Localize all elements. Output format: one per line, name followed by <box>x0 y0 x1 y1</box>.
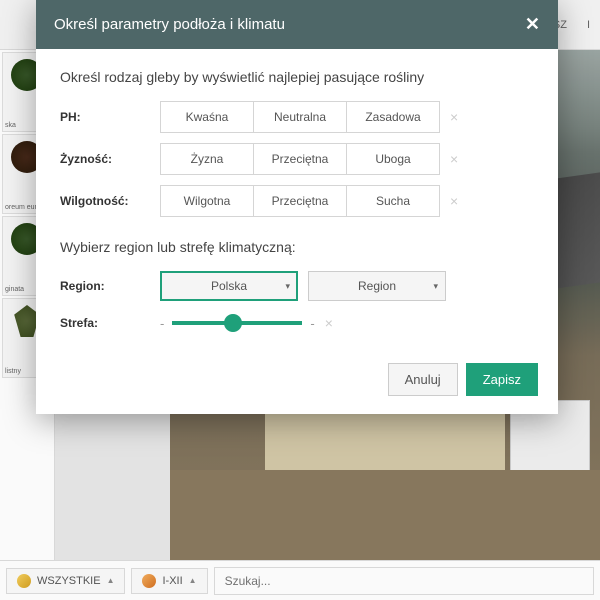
cancel-button[interactable]: Anuluj <box>388 363 458 396</box>
fertility-label: Żyzność: <box>60 152 160 166</box>
region-heading: Wybierz region lub strefę klimatyczną: <box>60 239 534 255</box>
moisture-row: Wilgotność: Wilgotna Przeciętna Sucha × <box>60 185 534 217</box>
slider-thumb[interactable] <box>224 314 242 332</box>
fertility-option[interactable]: Żyzna <box>160 143 254 175</box>
save-button[interactable]: Zapisz <box>466 363 538 396</box>
moisture-option[interactable]: Sucha <box>346 185 440 217</box>
ph-option[interactable]: Neutralna <box>253 101 347 133</box>
moisture-option[interactable]: Wilgotna <box>160 185 254 217</box>
modal-header: Określ parametry podłoża i klimatu ✕ <box>36 0 558 49</box>
modal-footer: Anuluj Zapisz <box>36 351 558 414</box>
clear-icon[interactable]: × <box>325 315 333 331</box>
zone-slider[interactable] <box>172 321 302 325</box>
clear-icon[interactable]: × <box>450 109 458 125</box>
moisture-option[interactable]: Przeciętna <box>253 185 347 217</box>
country-select[interactable]: Polska <box>160 271 298 301</box>
soil-climate-modal: Określ parametry podłoża i klimatu ✕ Okr… <box>36 0 558 414</box>
clear-icon[interactable]: × <box>450 193 458 209</box>
slider-max: - <box>310 316 314 331</box>
fertility-option[interactable]: Przeciętna <box>253 143 347 175</box>
fertility-option[interactable]: Uboga <box>346 143 440 175</box>
ph-label: PH: <box>60 110 160 124</box>
moisture-label: Wilgotność: <box>60 194 160 208</box>
region-select[interactable]: Region <box>308 271 446 301</box>
ph-option[interactable]: Kwaśna <box>160 101 254 133</box>
slider-min: - <box>160 316 164 331</box>
ph-option[interactable]: Zasadowa <box>346 101 440 133</box>
close-icon[interactable]: ✕ <box>525 14 540 35</box>
fertility-row: Żyzność: Żyzna Przeciętna Uboga × <box>60 143 534 175</box>
modal-title: Określ parametry podłoża i klimatu <box>54 16 285 33</box>
soil-heading: Określ rodzaj gleby by wyświetlić najlep… <box>60 69 534 85</box>
ph-row: PH: Kwaśna Neutralna Zasadowa × <box>60 101 534 133</box>
zone-label: Strefa: <box>60 316 160 330</box>
region-label: Region: <box>60 279 160 293</box>
clear-icon[interactable]: × <box>450 151 458 167</box>
